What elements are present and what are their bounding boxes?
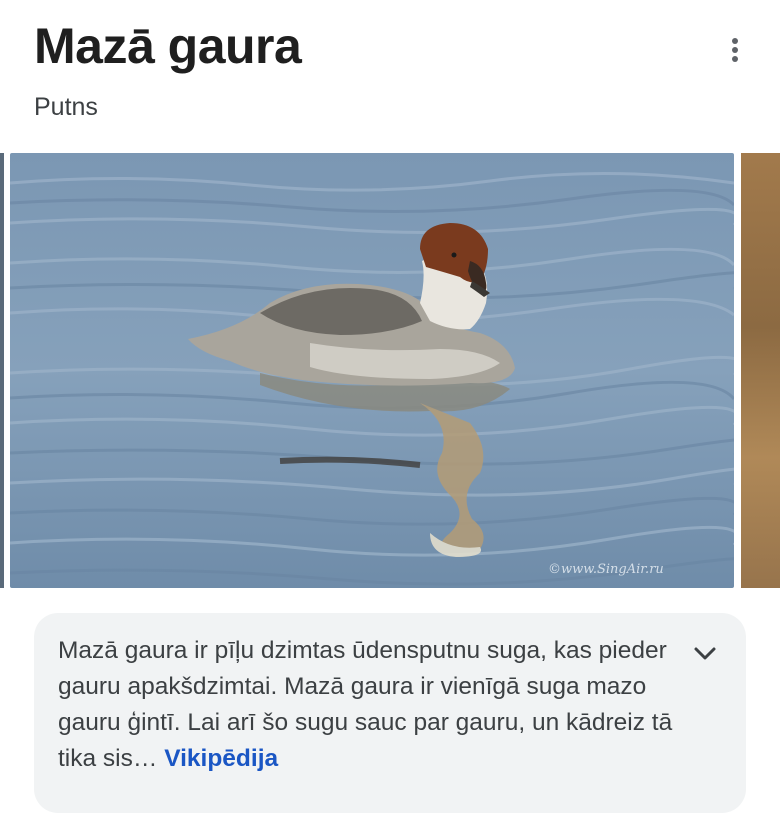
more-vert-icon [732,38,738,62]
entity-type-label: Putns [34,93,98,121]
description-ellipsis: … [132,745,158,772]
chevron-down-icon [694,647,716,660]
page-title: Mazā gaura [34,18,302,74]
image-watermark: ©www.SingAir.ru [548,562,664,577]
wikipedia-source-link[interactable]: Vikipēdija [164,745,278,772]
description-card: Mazā gaura ir pīļu dzimtas ūdensputnu su… [34,613,746,813]
expand-description-button[interactable] [690,639,720,669]
description-text: Mazā gaura ir pīļu dzimtas ūdensputnu su… [58,633,678,777]
image-carousel[interactable]: ©www.SingAir.ru [0,153,780,588]
main-bird-image[interactable]: ©www.SingAir.ru [10,153,734,588]
next-image-preview[interactable] [741,153,780,588]
bird-photo-illustration: ©www.SingAir.ru [10,153,734,588]
previous-image-edge[interactable] [0,153,4,588]
more-options-button[interactable] [720,30,750,70]
